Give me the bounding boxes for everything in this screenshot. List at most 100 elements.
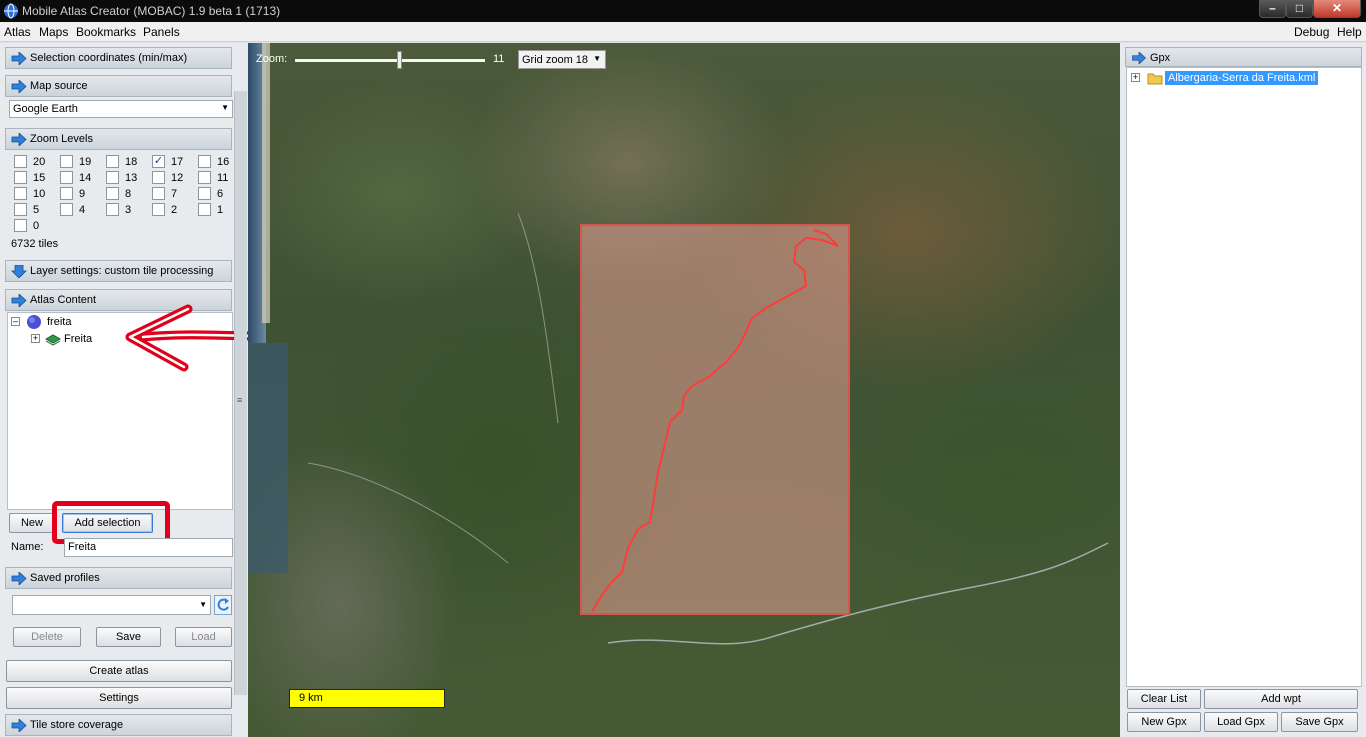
expand-arrow-icon <box>1132 52 1147 64</box>
name-label: Name: <box>11 541 44 553</box>
zoom-level-checkbox[interactable]: 19 <box>60 155 106 169</box>
scroll-grip-icon: ≡ <box>237 395 243 405</box>
menu-maps[interactable]: Maps <box>39 25 68 39</box>
checkbox-icon[interactable] <box>198 187 211 200</box>
refresh-button[interactable] <box>214 595 232 615</box>
menu-debug[interactable]: Debug <box>1294 25 1329 39</box>
zoom-level-checkbox[interactable]: 7 <box>152 187 198 201</box>
tile-store-coverage-header[interactable]: Tile store coverage <box>5 714 232 736</box>
checkbox-icon[interactable] <box>60 187 73 200</box>
zoom-slider-thumb[interactable] <box>397 51 402 69</box>
menu-panels[interactable]: Panels <box>143 25 180 39</box>
grid-zoom-select[interactable]: Grid zoom 18 ▼ <box>518 50 606 69</box>
zoom-level-label: 12 <box>171 172 184 184</box>
zoom-level-checkbox[interactable]: 20 <box>14 155 60 169</box>
expand-toggle-icon[interactable]: + <box>1131 73 1140 82</box>
zoom-level-label: 15 <box>33 172 46 184</box>
save-gpx-button[interactable]: Save Gpx <box>1281 712 1358 732</box>
map-source-select[interactable]: Google Earth ▼ <box>9 100 233 118</box>
layer-settings-header[interactable]: Layer settings: custom tile processing <box>5 260 232 282</box>
new-button[interactable]: New <box>9 513 55 533</box>
load-profile-button[interactable]: Load <box>175 627 232 647</box>
menu-bookmarks[interactable]: Bookmarks <box>76 25 136 39</box>
zoom-level-checkbox[interactable]: 9 <box>60 187 106 201</box>
name-input[interactable]: Freita <box>64 538 233 557</box>
right-panel: Gpx + Albergaria-Serra da Freita.kml Cle… <box>1120 43 1366 737</box>
settings-button[interactable]: Settings <box>6 687 232 709</box>
clear-list-button[interactable]: Clear List <box>1127 689 1201 709</box>
map-view[interactable]: Zoom: 11 Grid zoom 18 ▼ 9 km <box>248 43 1120 737</box>
checkbox-icon[interactable] <box>14 155 27 168</box>
minimize-button[interactable]: – <box>1259 0 1286 18</box>
checkbox-icon[interactable] <box>106 155 119 168</box>
close-button[interactable]: ✕ <box>1313 0 1361 18</box>
save-profile-button[interactable]: Save <box>96 627 161 647</box>
expand-toggle-icon[interactable]: + <box>31 334 40 343</box>
checkbox-icon[interactable] <box>60 155 73 168</box>
zoom-level-checkbox[interactable]: 3 <box>106 203 152 217</box>
selection-coordinates-header[interactable]: Selection coordinates (min/max) <box>5 47 232 69</box>
checkbox-icon[interactable] <box>106 203 119 216</box>
profile-select[interactable]: ▼ <box>12 595 211 615</box>
zoom-level-checkbox[interactable]: 0 <box>14 219 60 233</box>
checkbox-icon[interactable] <box>60 171 73 184</box>
zoom-levels-header[interactable]: Zoom Levels <box>5 128 232 150</box>
add-wpt-button[interactable]: Add wpt <box>1204 689 1358 709</box>
checkbox-icon[interactable] <box>198 203 211 216</box>
zoom-level-checkbox[interactable]: 13 <box>106 171 152 185</box>
checkbox-icon[interactable] <box>152 171 165 184</box>
refresh-icon <box>217 598 229 611</box>
tree-item-layer[interactable]: Freita <box>64 333 92 345</box>
checkbox-icon[interactable] <box>106 187 119 200</box>
saved-profiles-header[interactable]: Saved profiles <box>5 567 232 589</box>
checkbox-icon[interactable] <box>152 203 165 216</box>
map-source-header[interactable]: Map source <box>5 75 232 97</box>
zoom-level-checkbox[interactable]: 18 <box>106 155 152 169</box>
expand-arrow-icon <box>11 52 27 65</box>
zoom-level-checkbox[interactable]: 8 <box>106 187 152 201</box>
zoom-level-checkbox[interactable]: 10 <box>14 187 60 201</box>
maximize-button[interactable]: □ <box>1286 0 1313 18</box>
map-selection-rectangle[interactable] <box>580 224 850 615</box>
left-panel-scrollbar[interactable]: ≡ <box>234 91 247 695</box>
zoom-level-label: 17 <box>171 156 184 168</box>
checkbox-checked-icon[interactable]: ✓ <box>152 155 165 168</box>
globe-icon <box>4 3 18 19</box>
load-gpx-button[interactable]: Load Gpx <box>1204 712 1278 732</box>
menu-atlas[interactable]: Atlas <box>4 25 31 39</box>
window-title: Mobile Atlas Creator (MOBAC) 1.9 beta 1 … <box>22 4 281 18</box>
checkbox-icon[interactable] <box>198 171 211 184</box>
checkbox-icon[interactable] <box>60 203 73 216</box>
checkbox-icon[interactable] <box>198 155 211 168</box>
folder-icon <box>1147 73 1163 85</box>
create-atlas-button[interactable]: Create atlas <box>6 660 232 682</box>
zoom-level-checkbox[interactable]: 2 <box>152 203 198 217</box>
delete-profile-button[interactable]: Delete <box>13 627 81 647</box>
menu-help[interactable]: Help <box>1337 25 1362 39</box>
collapse-toggle-icon[interactable]: – <box>11 317 20 326</box>
zoom-level-label: 19 <box>79 156 92 168</box>
checkbox-icon[interactable] <box>106 171 119 184</box>
zoom-level-checkbox[interactable]: 15 <box>14 171 60 185</box>
name-input-value: Freita <box>68 541 97 553</box>
checkbox-icon[interactable] <box>14 203 27 216</box>
layer-stack-icon <box>45 334 61 346</box>
zoom-level-checkbox[interactable]: 5 <box>14 203 60 217</box>
checkbox-icon[interactable] <box>14 171 27 184</box>
zoom-level-checkbox[interactable]: 14 <box>60 171 106 185</box>
tree-item-root[interactable]: freita <box>47 316 71 328</box>
zoom-slider-track[interactable] <box>295 59 485 62</box>
checkbox-icon[interactable] <box>14 219 27 232</box>
chevron-down-icon: ▼ <box>221 103 229 112</box>
header-label: Layer settings: custom tile processing <box>30 265 214 277</box>
new-gpx-button[interactable]: New Gpx <box>1127 712 1201 732</box>
zoom-label: Zoom: <box>256 53 288 65</box>
checkbox-icon[interactable] <box>152 187 165 200</box>
checkbox-icon[interactable] <box>14 187 27 200</box>
gpx-file-item[interactable]: Albergaria-Serra da Freita.kml <box>1165 71 1319 85</box>
zoom-level-checkbox[interactable]: ✓ 17 <box>152 155 198 169</box>
expand-arrow-icon <box>11 719 27 732</box>
zoom-level-checkbox[interactable]: 4 <box>60 203 106 217</box>
gpx-header[interactable]: Gpx <box>1125 47 1362 67</box>
zoom-level-checkbox[interactable]: 12 <box>152 171 198 185</box>
